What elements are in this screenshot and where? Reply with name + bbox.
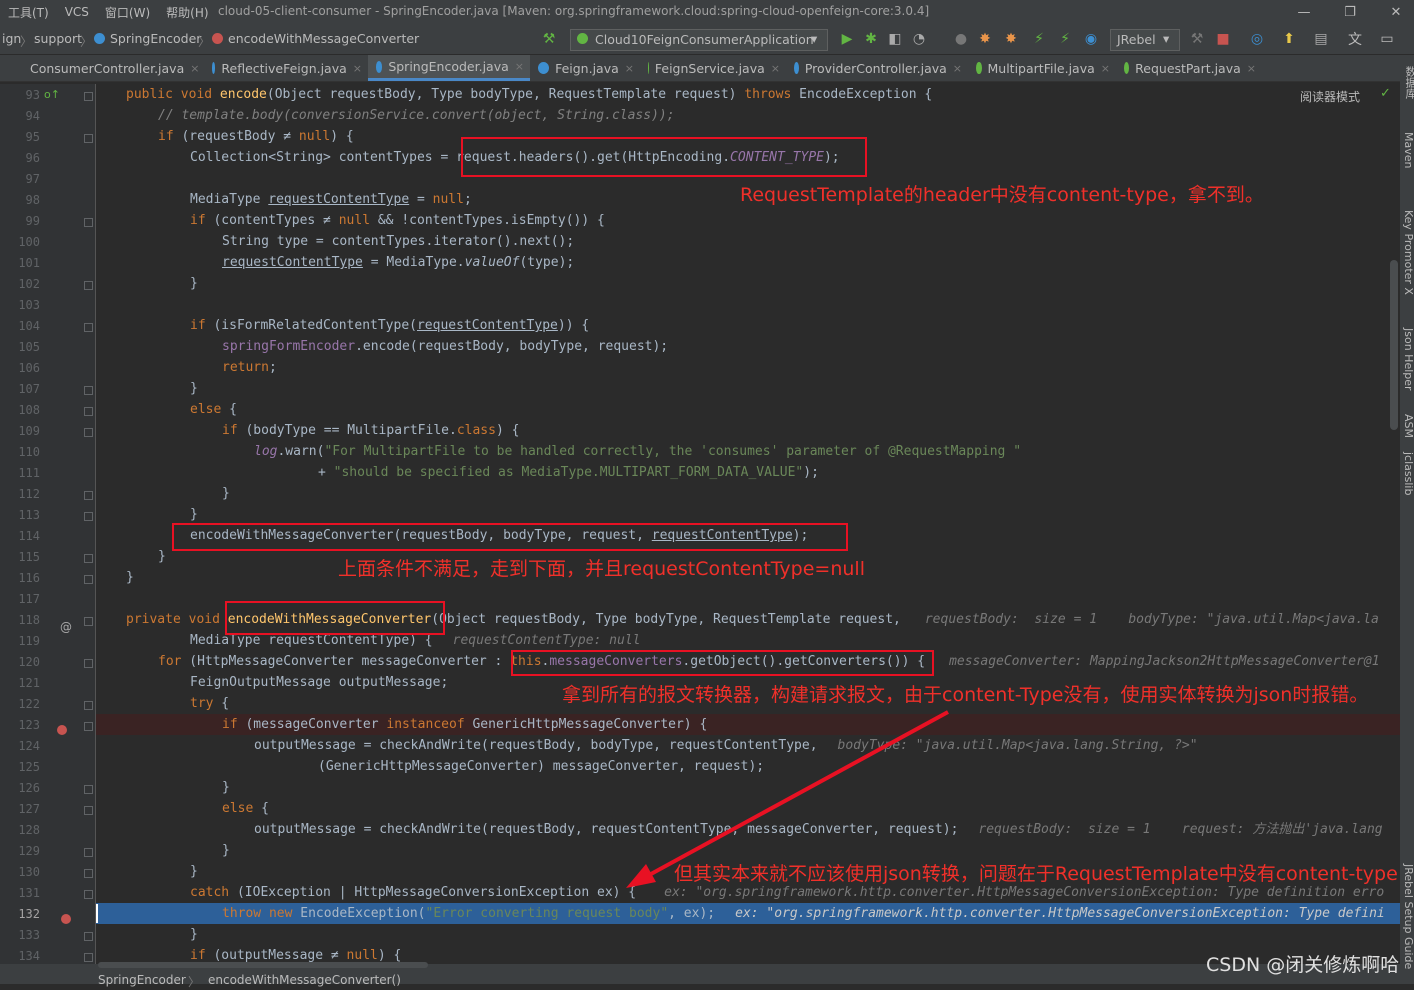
sidebar-item-key-promoter[interactable]: Key Promoter X: [1402, 210, 1414, 295]
watermark: CSDN @闭关修炼啊哈: [1206, 954, 1400, 976]
status-breadcrumb-class[interactable]: SpringEncoder: [98, 973, 186, 987]
right-tool-sidebar: [1400, 55, 1414, 984]
horizontal-scrollbar[interactable]: [98, 962, 428, 968]
sidebar-item-jclasslib[interactable]: jclasslib: [1402, 452, 1414, 495]
breadcrumb-separator: 〉: [188, 975, 201, 989]
arrow-line: [639, 710, 949, 882]
annotation-arrow: [626, 710, 949, 888]
arrow-head: [626, 864, 656, 888]
status-breadcrumb-method[interactable]: encodeWithMessageConverter(): [208, 973, 401, 987]
sidebar-item-jrebel-guide[interactable]: JRebel Setup Guide: [1402, 864, 1414, 969]
sidebar-item-json-helper[interactable]: Json Helper: [1402, 328, 1414, 391]
sidebar-item-database[interactable]: 数据库: [1402, 66, 1414, 99]
sidebar-item-asm[interactable]: ASM: [1402, 414, 1414, 438]
sidebar-item-maven[interactable]: Maven: [1402, 132, 1414, 168]
